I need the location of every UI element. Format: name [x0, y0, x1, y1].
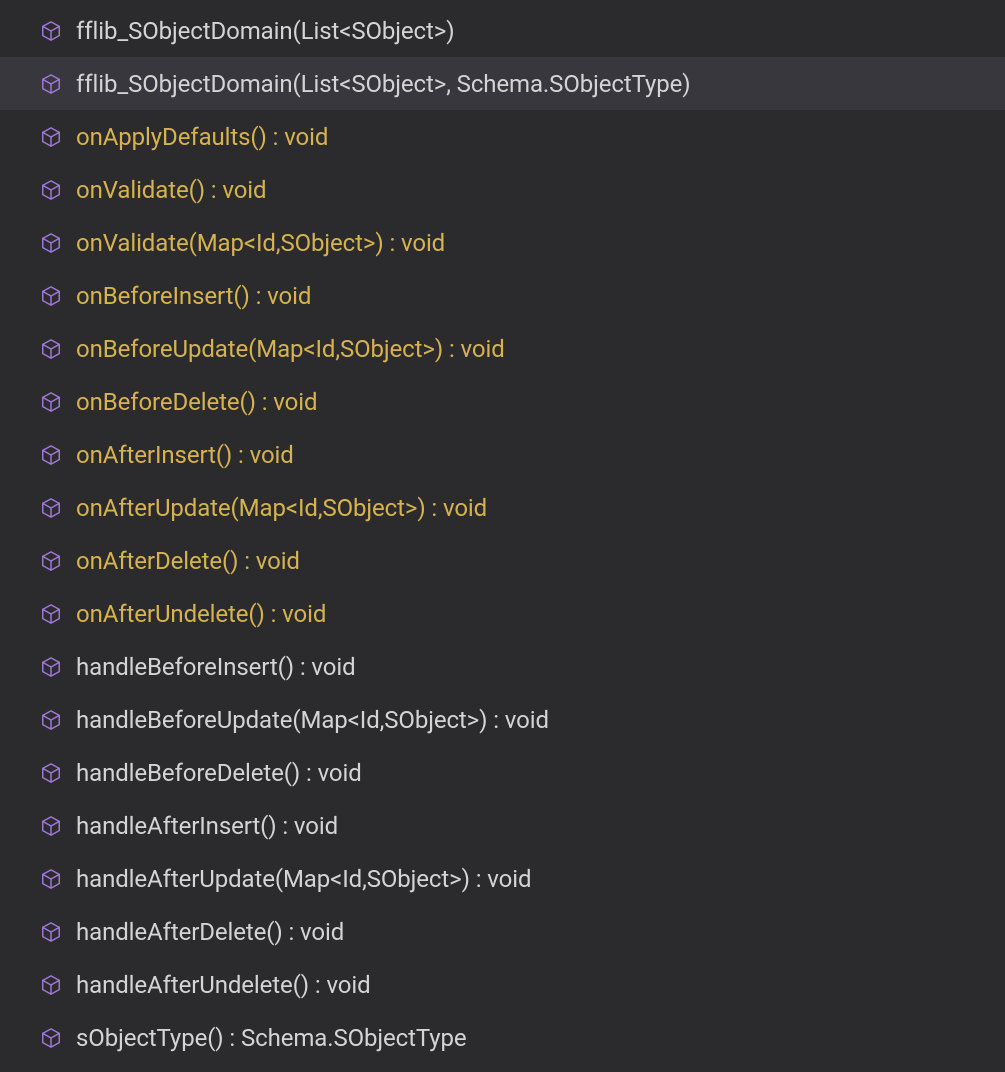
outline-item-label: sObjectType() : Schema.SObjectType: [76, 1024, 467, 1052]
outline-item-label: onAfterUndelete() : void: [76, 600, 326, 628]
outline-item[interactable]: handleBeforeUpdate(Map<Id,SObject>) : vo…: [0, 693, 1005, 746]
outline-item[interactable]: handleAfterDelete() : void: [0, 905, 1005, 958]
outline-item[interactable]: onBeforeInsert() : void: [0, 269, 1005, 322]
outline-item[interactable]: fflib_SObjectDomain(List<SObject>): [0, 4, 1005, 57]
method-cube-icon: [40, 709, 62, 731]
outline-item-label: onBeforeInsert() : void: [76, 282, 311, 310]
outline-item-label: onValidate() : void: [76, 176, 266, 204]
outline-item[interactable]: onValidate(Map<Id,SObject>) : void: [0, 216, 1005, 269]
outline-item[interactable]: onBeforeUpdate(Map<Id,SObject>) : void: [0, 322, 1005, 375]
outline-item[interactable]: handleAfterInsert() : void: [0, 799, 1005, 852]
outline-item[interactable]: onApplyDefaults() : void: [0, 110, 1005, 163]
outline-item[interactable]: handleBeforeDelete() : void: [0, 746, 1005, 799]
method-cube-icon: [40, 656, 62, 678]
outline-item-label: handleBeforeUpdate(Map<Id,SObject>) : vo…: [76, 706, 549, 734]
outline-item[interactable]: onAfterUndelete() : void: [0, 587, 1005, 640]
method-cube-icon: [40, 974, 62, 996]
outline-item-label: handleAfterUndelete() : void: [76, 971, 371, 999]
outline-item-label: onApplyDefaults() : void: [76, 123, 328, 151]
method-cube-icon: [40, 497, 62, 519]
outline-item[interactable]: onAfterUpdate(Map<Id,SObject>) : void: [0, 481, 1005, 534]
outline-item[interactable]: handleAfterUndelete() : void: [0, 958, 1005, 1011]
outline-item-label: onBeforeUpdate(Map<Id,SObject>) : void: [76, 335, 505, 363]
method-cube-icon: [40, 603, 62, 625]
outline-item[interactable]: onValidate() : void: [0, 163, 1005, 216]
outline-item-label: handleAfterUpdate(Map<Id,SObject>) : voi…: [76, 865, 531, 893]
outline-item-label: onBeforeDelete() : void: [76, 388, 317, 416]
outline-item-label: onAfterUpdate(Map<Id,SObject>) : void: [76, 494, 487, 522]
method-cube-icon: [40, 73, 62, 95]
outline-list: fflib_SObjectDomain(List<SObject>) fflib_…: [0, 0, 1005, 1072]
method-cube-icon: [40, 338, 62, 360]
outline-item-label: fflib_SObjectDomain(List<SObject>, Schem…: [76, 70, 690, 98]
outline-item-label: onAfterDelete() : void: [76, 547, 300, 575]
outline-item[interactable]: handleBeforeInsert() : void: [0, 640, 1005, 693]
outline-item-label: handleAfterInsert() : void: [76, 812, 338, 840]
outline-item[interactable]: sObjectType() : Schema.SObjectType: [0, 1011, 1005, 1064]
outline-item-label: handleBeforeInsert() : void: [76, 653, 356, 681]
outline-item[interactable]: onBeforeDelete() : void: [0, 375, 1005, 428]
method-cube-icon: [40, 20, 62, 42]
method-cube-icon: [40, 550, 62, 572]
outline-item[interactable]: fflib_SObjectDomain(List<SObject>, Schem…: [0, 57, 1005, 110]
outline-item-label: handleBeforeDelete() : void: [76, 759, 362, 787]
method-cube-icon: [40, 179, 62, 201]
outline-item-label: fflib_SObjectDomain(List<SObject>): [76, 17, 454, 45]
method-cube-icon: [40, 285, 62, 307]
method-cube-icon: [40, 232, 62, 254]
method-cube-icon: [40, 762, 62, 784]
method-cube-icon: [40, 1027, 62, 1049]
outline-item-label: onAfterInsert() : void: [76, 441, 294, 469]
outline-item[interactable]: handleAfterUpdate(Map<Id,SObject>) : voi…: [0, 852, 1005, 905]
method-cube-icon: [40, 868, 62, 890]
method-cube-icon: [40, 444, 62, 466]
outline-item-label: handleAfterDelete() : void: [76, 918, 344, 946]
method-cube-icon: [40, 921, 62, 943]
method-cube-icon: [40, 391, 62, 413]
outline-item[interactable]: onAfterDelete() : void: [0, 534, 1005, 587]
outline-item[interactable]: onAfterInsert() : void: [0, 428, 1005, 481]
outline-item-label: onValidate(Map<Id,SObject>) : void: [76, 229, 445, 257]
method-cube-icon: [40, 126, 62, 148]
method-cube-icon: [40, 815, 62, 837]
